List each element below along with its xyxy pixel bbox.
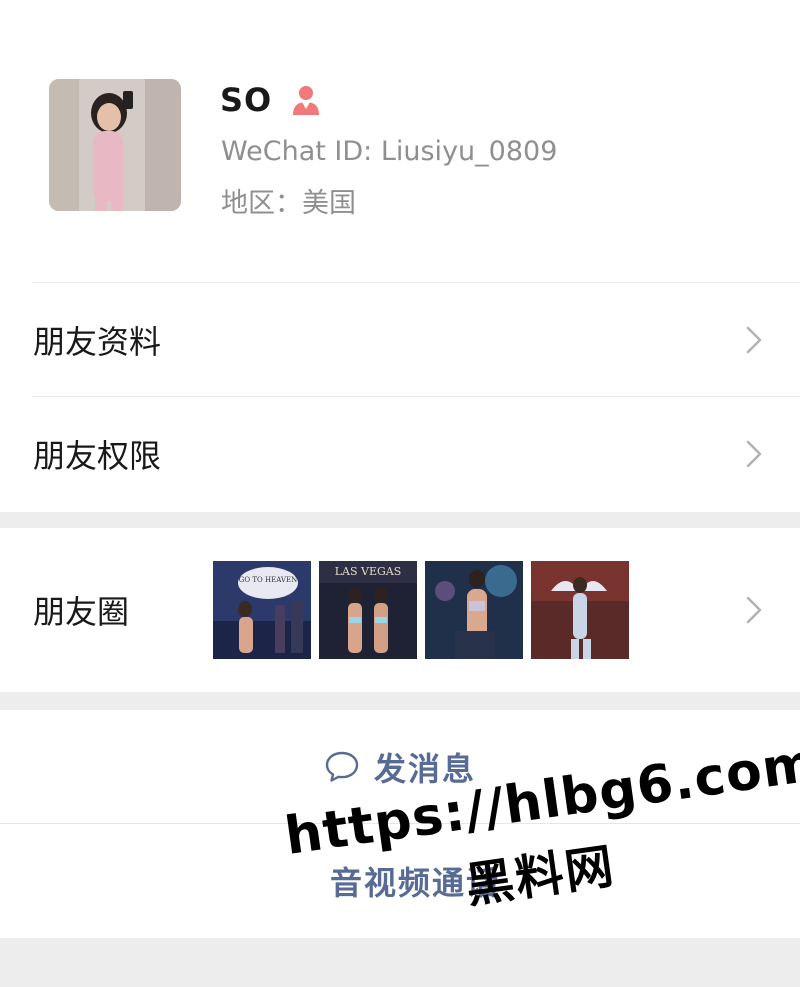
profile-card: SO WeChat ID: Liusiyu_0809 地区：美国 朋友资料 朋友… xyxy=(0,0,800,512)
moment-thumbnail[interactable] xyxy=(531,561,629,659)
chat-bubble-icon xyxy=(325,751,359,782)
chevron-right-icon xyxy=(746,596,762,624)
send-message-label: 发消息 xyxy=(373,750,476,788)
send-message-button[interactable]: 发消息 xyxy=(0,710,800,824)
moments-thumbnails: GO TO HEAVEN LAS VEGAS xyxy=(213,561,629,659)
region: 地区：美国 xyxy=(221,188,356,219)
moment-caption: LAS VEGAS xyxy=(335,565,402,578)
moment-thumbnail[interactable] xyxy=(425,561,523,659)
menu-item-friend-profile[interactable]: 朋友资料 xyxy=(0,283,800,396)
avatar-photo xyxy=(49,79,181,211)
moment-photo xyxy=(425,561,523,659)
moment-photo xyxy=(531,561,629,659)
video-call-button[interactable]: 音视频通话 xyxy=(0,824,800,938)
contact-name: SO xyxy=(220,81,273,119)
moments-row[interactable]: 朋友圈 GO TO HEAVEN LAS VEGAS xyxy=(0,528,800,692)
moment-thumbnail[interactable]: LAS VEGAS xyxy=(319,561,417,659)
menu-item-label: 朋友权限 xyxy=(33,436,162,475)
female-gender-icon xyxy=(293,86,320,115)
chevron-right-icon xyxy=(746,440,762,467)
avatar[interactable] xyxy=(49,79,181,211)
moment-photo: LAS VEGAS xyxy=(319,561,417,659)
moment-caption: GO TO HEAVEN xyxy=(239,576,297,584)
moments-label: 朋友圈 xyxy=(33,593,130,631)
moment-photo: GO TO HEAVEN xyxy=(213,561,311,659)
moment-thumbnail[interactable]: GO TO HEAVEN xyxy=(213,561,311,659)
bottom-spacer xyxy=(0,938,800,987)
menu-item-friend-permissions[interactable]: 朋友权限 xyxy=(0,397,800,510)
action-buttons: 发消息 音视频通话 xyxy=(0,710,800,938)
wechat-id: WeChat ID: Liusiyu_0809 xyxy=(221,136,558,167)
name-row: SO xyxy=(220,78,322,122)
menu-item-label: 朋友资料 xyxy=(33,322,162,361)
video-call-label: 音视频通话 xyxy=(329,864,500,902)
chevron-right-icon xyxy=(746,326,762,353)
